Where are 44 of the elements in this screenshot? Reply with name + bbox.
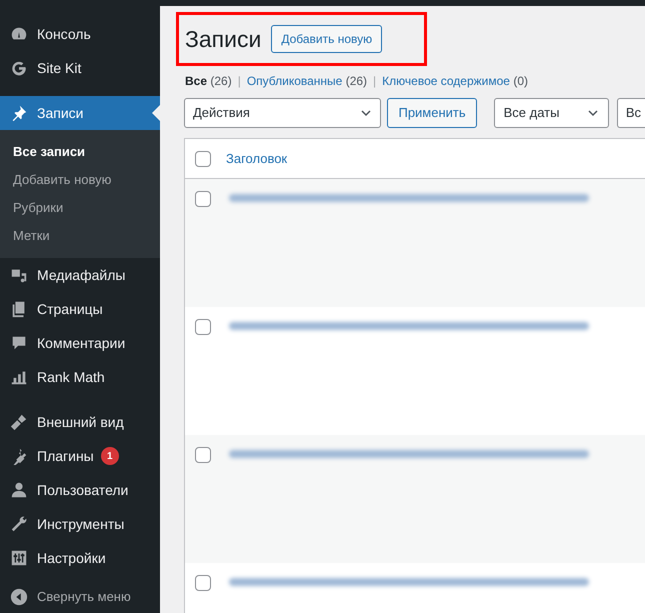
submenu-item[interactable]: Все записи [0,138,160,166]
date-filter-select[interactable]: Все даты [494,98,609,128]
separator-text: | [373,73,376,90]
count-badge: 1 [100,447,119,465]
row-checkbox[interactable] [195,447,211,463]
submenu-item[interactable]: Рубрики [0,194,160,222]
page-title: Записи [185,24,262,54]
menu-item[interactable]: Site Kit [0,51,160,85]
row-checkbox[interactable] [195,575,211,591]
menu-item[interactable]: Плагины 1 [0,439,160,473]
select-all-checkbox[interactable] [195,150,211,166]
active-pointer-icon [152,105,160,121]
collapse-icon [10,588,28,606]
sliders-icon [10,549,28,567]
menu-item[interactable]: Комментарии [0,326,160,360]
menu-item[interactable]: Медиафайлы [0,258,160,292]
separator-text: | [238,73,241,90]
pushpin-icon [10,104,28,122]
menu-item[interactable]: Инструменты [0,507,160,541]
comment-icon [10,334,28,352]
add-new-button[interactable]: Добавить новую [271,25,382,53]
collapse-menu-button[interactable]: Свернуть меню [0,581,160,613]
letter-g-icon [10,59,28,77]
row-checkbox[interactable] [195,191,211,207]
status-filter-link[interactable]: Опубликованные (26) [246,72,368,90]
bulk-actions-select[interactable]: Действия [184,98,382,128]
user-icon [10,481,28,499]
row-checkbox[interactable] [195,319,211,335]
menu-item[interactable]: Rank Math [0,360,160,394]
menu-item[interactable]: Записи [0,96,160,130]
category-filter-select[interactable]: Вс [616,98,645,128]
status-filter-link[interactable]: Все (26) [185,72,232,90]
column-header[interactable]: Заголовок [226,148,288,168]
submenu-item[interactable]: Метки [0,222,160,250]
paintbrush-icon [10,413,28,431]
menu-item[interactable]: Настройки [0,541,160,575]
submenu-item[interactable]: Добавить новую [0,166,160,194]
menu-item[interactable]: Страницы [0,292,160,326]
menu-item[interactable]: Внешний вид [0,405,160,439]
menu-item[interactable]: Консоль [0,17,160,51]
wrench-icon [10,515,28,533]
status-filter-link[interactable]: Ключевое содержимое (0) [382,72,528,90]
menu-item[interactable]: Пользователи [0,473,160,507]
apply-button[interactable]: Применить [387,98,477,128]
